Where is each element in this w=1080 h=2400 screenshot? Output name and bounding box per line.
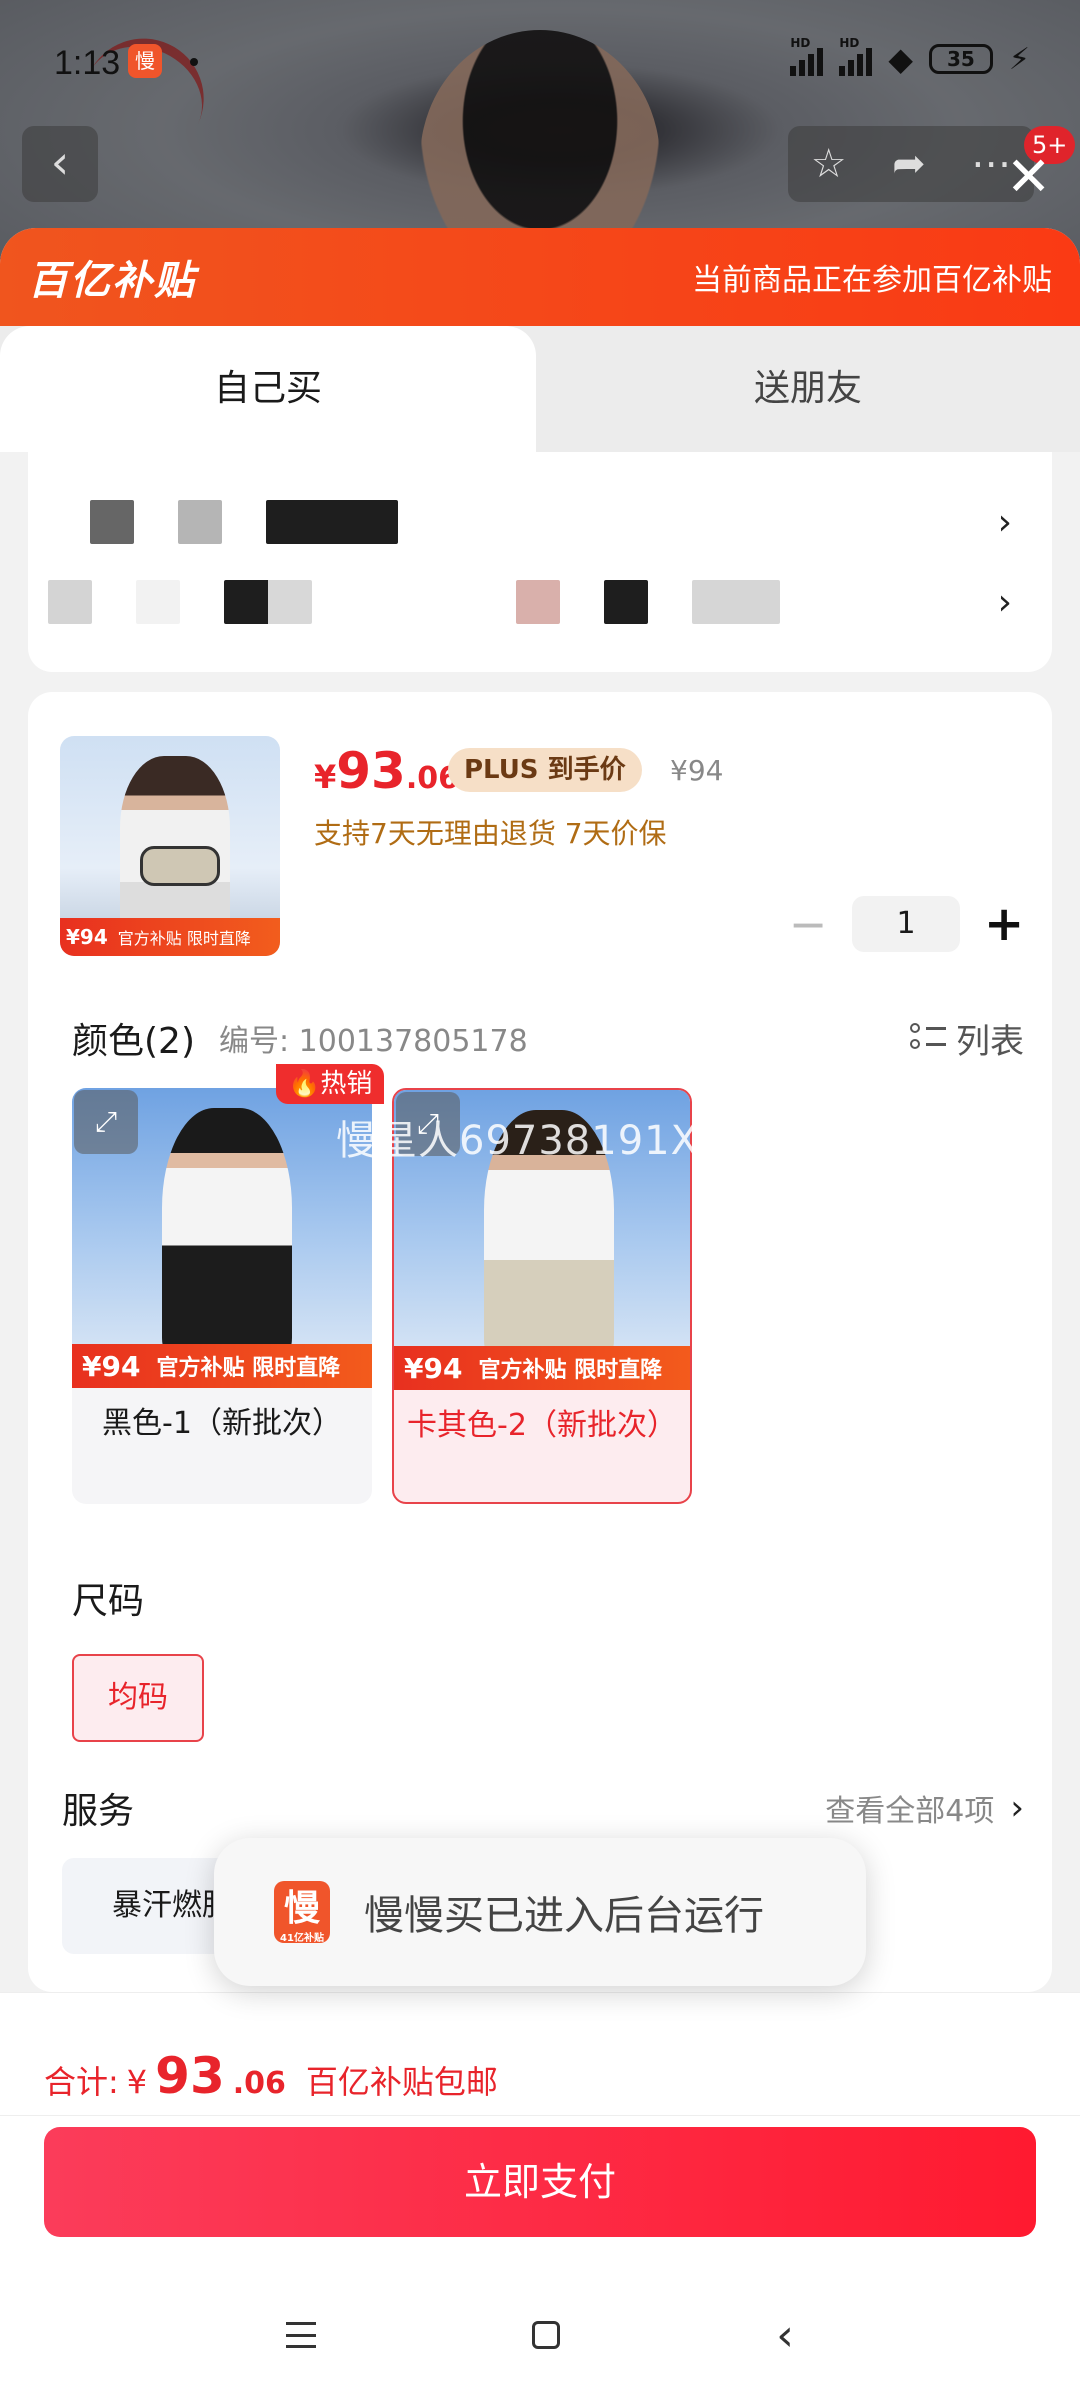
chevron-right-icon: › bbox=[997, 581, 1012, 623]
system-navigation-bar: ‹ bbox=[0, 2295, 1080, 2375]
subsidy-banner: 百亿补贴 当前商品正在参加百亿补贴 bbox=[0, 228, 1080, 326]
quantity-field[interactable]: 1 bbox=[852, 896, 960, 952]
wifi-icon: ◆ bbox=[888, 40, 913, 78]
size-option-one-size[interactable]: 均码 bbox=[72, 1654, 204, 1742]
charging-icon: ⚡ bbox=[1008, 41, 1030, 77]
tab-gift-to-friend[interactable]: 送朋友 bbox=[536, 326, 1080, 452]
recent-apps-button[interactable] bbox=[286, 2322, 317, 2348]
notification-dot bbox=[190, 58, 198, 66]
contact-row[interactable]: › bbox=[48, 572, 1012, 632]
system-back-button[interactable]: ‹ bbox=[776, 2310, 794, 2361]
order-total: 合计: ¥93.06 百亿补贴包邮 bbox=[44, 2047, 498, 2105]
quantity-stepper: − 1 + bbox=[788, 896, 1024, 952]
swatch-promo-strip: ¥94 官方补贴 限时直降 bbox=[394, 1346, 690, 1390]
original-price: ¥94 bbox=[670, 754, 724, 787]
close-icon[interactable]: ✕ bbox=[1006, 150, 1051, 204]
product-thumbnail[interactable]: ¥94 官方补贴 限时直降 bbox=[60, 736, 280, 956]
subsidy-brand: 百亿补贴 bbox=[28, 258, 196, 304]
plus-price-tag: PLUS 到手价 bbox=[448, 748, 642, 792]
thumb-promo-strip: ¥94 官方补贴 限时直降 bbox=[60, 918, 280, 956]
list-icon bbox=[910, 1021, 946, 1055]
status-icons: HD HD ◆ 35 ⚡ bbox=[790, 36, 1030, 78]
service-title: 服务 bbox=[62, 1791, 135, 1832]
address-card[interactable]: › › bbox=[28, 452, 1052, 672]
final-price: ¥93.06 bbox=[314, 742, 460, 800]
pay-now-button[interactable]: 立即支付 bbox=[44, 2127, 1036, 2237]
toast-message: 慢慢买已进入后台运行 bbox=[364, 1893, 764, 1939]
app-logo-icon: 慢 41亿补贴 bbox=[274, 1881, 330, 1944]
color-title: 颜色(2) bbox=[72, 1021, 195, 1062]
increase-quantity-button[interactable]: + bbox=[984, 896, 1024, 952]
signal-icon-2: HD bbox=[839, 36, 873, 76]
color-option-black[interactable]: ⤢ ¥94 官方补贴 限时直降 黑色-1（新批次） bbox=[72, 1088, 372, 1504]
chevron-right-icon: › bbox=[997, 501, 1012, 543]
product-code: 编号: 100137805178 bbox=[219, 1024, 528, 1059]
divider bbox=[0, 2115, 1080, 2116]
swatch-label: 黑色-1（新批次） bbox=[102, 1406, 342, 1441]
battery-icon: 35 bbox=[928, 44, 993, 74]
product-card: ¥94 官方补贴 限时直降 ¥93.06 PLUS 到手价 ¥94 支持7天无理… bbox=[28, 692, 1052, 1992]
background-running-toast: 慢 41亿补贴 慢慢买已进入后台运行 bbox=[214, 1838, 866, 1986]
swatch-promo-strip: ¥94 官方补贴 限时直降 bbox=[72, 1344, 372, 1388]
purchase-tabs: 自己买 送朋友 bbox=[0, 326, 1080, 452]
hot-sale-badge: 🔥热销 bbox=[276, 1064, 385, 1104]
color-header: 颜色(2) 编号: 100137805178 列表 bbox=[72, 1012, 1024, 1064]
home-button[interactable] bbox=[532, 2321, 561, 2349]
decrease-quantity-button[interactable]: − bbox=[788, 897, 828, 951]
status-bar: 1:13 慢 HD HD ◆ 35 ⚡ bbox=[0, 0, 1080, 120]
subsidy-note: 当前商品正在参加百亿补贴 bbox=[692, 263, 1052, 298]
chevron-right-icon: › bbox=[1010, 1788, 1024, 1828]
list-view-toggle[interactable]: 列表 bbox=[910, 1014, 1024, 1063]
signal-icon: HD bbox=[790, 36, 824, 76]
status-time: 1:13 bbox=[54, 44, 121, 82]
view-all-services-link[interactable]: 查看全部4项 › bbox=[825, 1786, 1024, 1830]
app-notification-icon: 慢 bbox=[128, 44, 162, 78]
favorite-icon[interactable]: ☆ bbox=[811, 141, 847, 187]
checkout-bar: 合计: ¥93.06 百亿补贴包邮 立即支付 ‹ bbox=[0, 1992, 1080, 2400]
tab-buy-for-self[interactable]: 自己买 bbox=[0, 326, 536, 452]
header-actions: ☆ ➦ ⋯ bbox=[788, 126, 1034, 202]
shipping-note: 百亿补贴包邮 bbox=[305, 2063, 498, 2101]
return-policy-note: 支持7天无理由退货 7天价保 bbox=[314, 817, 667, 850]
address-row[interactable]: › bbox=[48, 492, 1012, 552]
expand-icon[interactable]: ⤢ bbox=[74, 1090, 138, 1154]
back-button[interactable]: ‹ bbox=[22, 126, 98, 202]
size-title: 尺码 bbox=[72, 1581, 145, 1622]
watermark-text: 慢星人69738191X bbox=[336, 1118, 699, 1164]
swatch-label: 卡其色-2（新批次） bbox=[407, 1408, 677, 1443]
share-icon[interactable]: ➦ bbox=[892, 141, 926, 187]
